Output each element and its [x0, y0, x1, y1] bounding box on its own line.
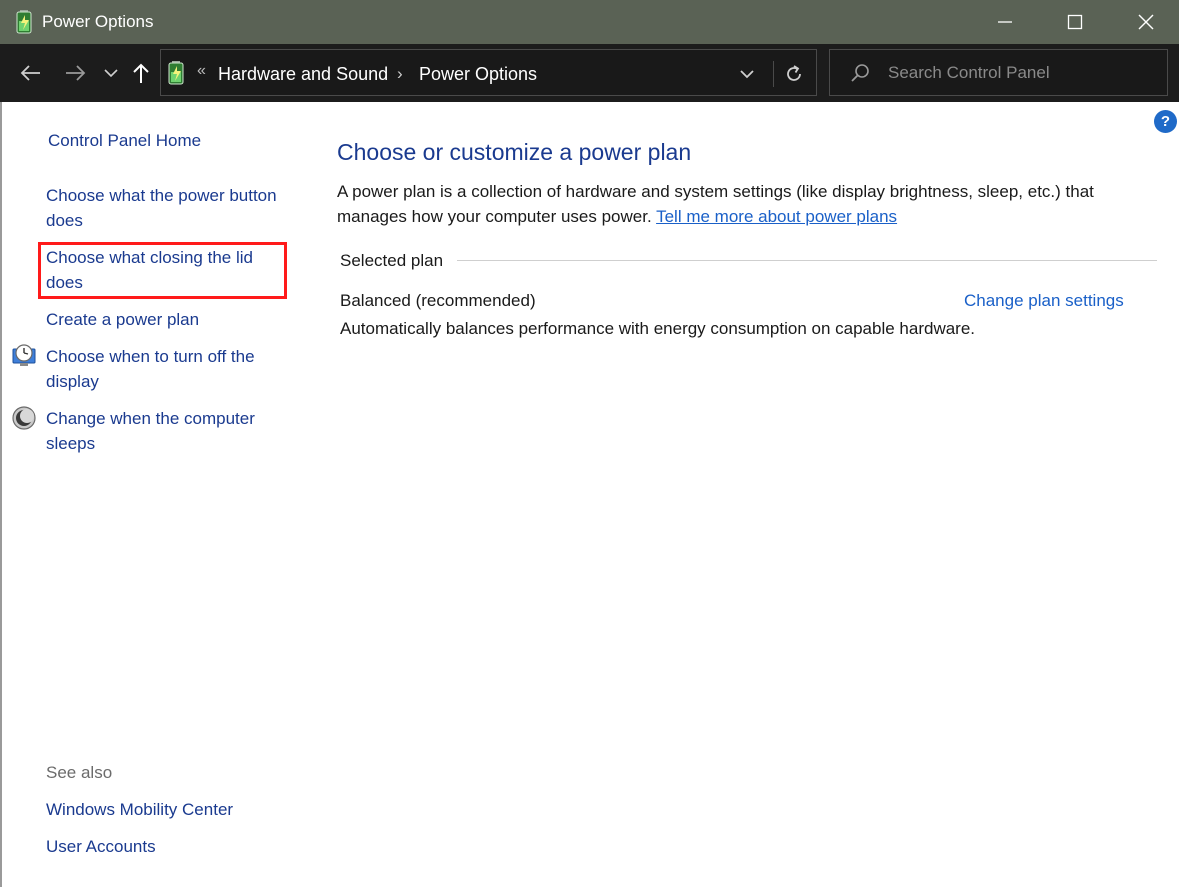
maximize-button[interactable]: [1045, 0, 1105, 44]
display-clock-icon: [12, 344, 36, 366]
up-button[interactable]: [128, 58, 154, 88]
battery-icon: [16, 10, 32, 34]
search-icon: [851, 64, 869, 82]
control-panel-home-link[interactable]: Control Panel Home: [48, 128, 201, 153]
create-power-plan-link[interactable]: Create a power plan: [46, 307, 301, 332]
closing-lid-link[interactable]: Choose what closing the lid does: [46, 245, 286, 295]
search-box[interactable]: [829, 49, 1168, 96]
refresh-icon: [786, 65, 801, 81]
content-area: ? Control Panel Home Choose what the pow…: [0, 102, 1179, 887]
turn-off-display-link[interactable]: Choose when to turn off the display: [46, 344, 301, 394]
arrow-right-icon: [66, 65, 86, 81]
minimize-icon: [998, 21, 1012, 23]
power-button-link[interactable]: Choose what the power button does: [46, 183, 301, 233]
change-plan-settings-link[interactable]: Change plan settings: [964, 291, 1124, 311]
help-button[interactable]: ?: [1154, 110, 1177, 133]
windows-mobility-center-link[interactable]: Windows Mobility Center: [46, 797, 233, 822]
page-description: A power plan is a collection of hardware…: [337, 179, 1157, 229]
breadcrumb-chevron-icon[interactable]: ›: [397, 64, 403, 84]
breadcrumb-overflow[interactable]: «: [197, 62, 206, 80]
chevron-down-icon: [740, 70, 754, 79]
breadcrumb-hardware-and-sound[interactable]: Hardware and Sound: [218, 64, 388, 85]
search-input[interactable]: [888, 59, 1148, 87]
page-title: Choose or customize a power plan: [337, 139, 692, 165]
forward-button[interactable]: [60, 58, 90, 88]
learn-more-link[interactable]: Tell me more about power plans: [656, 207, 897, 226]
close-button[interactable]: [1116, 0, 1176, 44]
back-button[interactable]: [16, 58, 46, 88]
maximize-icon: [1067, 14, 1083, 30]
plan-name: Balanced (recommended): [340, 291, 536, 310]
plan-description: Automatically balances performance with …: [340, 319, 976, 338]
window-title: Power Options: [42, 12, 154, 31]
selected-plan-heading: Selected plan: [340, 251, 444, 270]
recent-locations-button[interactable]: [100, 58, 122, 88]
arrow-up-icon: [133, 63, 149, 83]
refresh-button[interactable]: [773, 61, 813, 87]
minimize-button[interactable]: [975, 0, 1035, 44]
breadcrumb-power-options[interactable]: Power Options: [419, 64, 537, 85]
title-bar: Power Options: [0, 0, 1179, 44]
computer-sleeps-link[interactable]: Change when the computer sleeps: [46, 406, 301, 456]
navigation-bar: « Hardware and Sound › Power Options: [0, 44, 1179, 102]
sleep-moon-icon: [12, 406, 36, 430]
address-dropdown-button[interactable]: [737, 64, 757, 84]
user-accounts-link[interactable]: User Accounts: [46, 834, 156, 859]
close-icon: [1138, 14, 1154, 30]
address-bar[interactable]: « Hardware and Sound › Power Options: [160, 49, 817, 96]
power-options-icon: [168, 61, 184, 85]
chevron-down-icon: [104, 69, 118, 78]
section-divider: [457, 260, 1157, 261]
see-also-heading: See also: [46, 763, 113, 782]
arrow-left-icon: [20, 65, 40, 81]
